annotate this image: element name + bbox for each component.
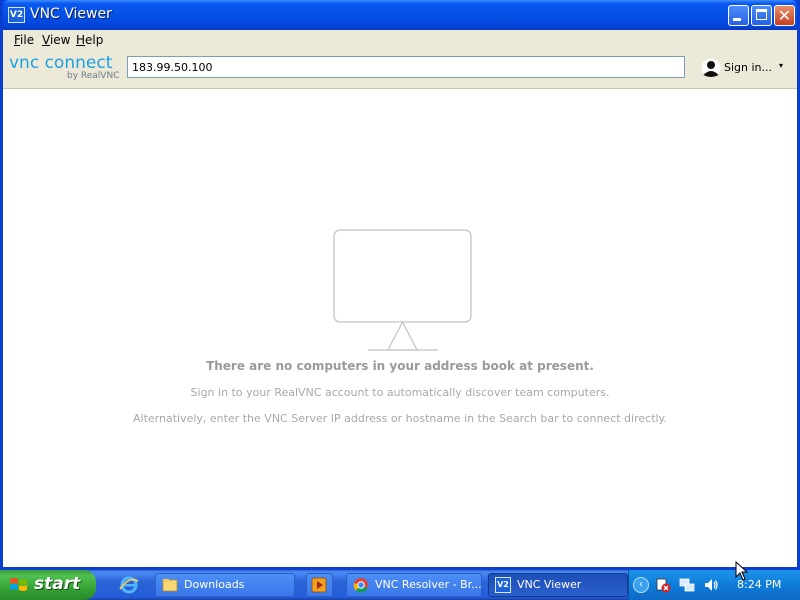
address-book-empty-state: There are no computers in your address b…: [3, 88, 797, 567]
menu-file[interactable]: File: [14, 33, 34, 47]
close-icon: ✕: [777, 6, 792, 25]
system-tray: ‹ 8:24 PM: [628, 570, 800, 600]
maximize-button[interactable]: [751, 5, 772, 26]
user-avatar-icon[interactable]: [701, 58, 721, 78]
empty-state-signin-hint: Sign in to your RealVNC account to autom…: [190, 386, 610, 399]
taskbar-item-label: Downloads: [184, 578, 245, 591]
logo-subtitle: by RealVNC: [67, 71, 120, 81]
internet-explorer-icon[interactable]: [118, 574, 140, 596]
minimize-button[interactable]: [728, 5, 749, 26]
window-client-area: File View Help vnc connect by RealVNC Si…: [3, 30, 797, 567]
vnc-icon: V2: [495, 577, 511, 593]
taskbar-item-media-player[interactable]: [306, 573, 333, 597]
search-input[interactable]: [127, 56, 685, 78]
network-icon[interactable]: [679, 577, 695, 593]
security-alert-icon[interactable]: [655, 577, 671, 593]
vnc-viewer-window: V2 VNC Viewer ✕ File View Help vnc conne…: [0, 0, 800, 570]
sign-in-button[interactable]: Sign in...: [724, 61, 772, 74]
monitor-icon: [333, 229, 472, 351]
start-button[interactable]: start: [0, 570, 96, 600]
folder-icon: [162, 579, 178, 592]
taskbar-item-label: VNC Resolver - Br...: [375, 578, 482, 591]
taskbar-item-label: VNC Viewer: [517, 578, 582, 591]
menu-view[interactable]: View: [42, 33, 70, 47]
chrome-icon: [353, 578, 368, 593]
empty-state-heading: There are no computers in your address b…: [206, 359, 594, 373]
empty-state-search-hint: Alternatively, enter the VNC Server IP a…: [133, 412, 667, 425]
toolbar: vnc connect by RealVNC Sign in... ▾: [3, 50, 797, 89]
start-label: start: [34, 574, 81, 594]
vnc-app-icon: V2: [8, 7, 25, 23]
chevron-down-icon[interactable]: ▾: [779, 61, 783, 70]
title-bar[interactable]: V2 VNC Viewer ✕: [3, 0, 797, 30]
mouse-cursor-icon: [735, 561, 749, 581]
vnc-connect-logo: vnc connect: [9, 53, 113, 73]
minimize-icon: [733, 18, 741, 21]
windows-flag-icon: [10, 578, 27, 591]
volume-icon[interactable]: [703, 577, 719, 593]
menu-help[interactable]: Help: [76, 33, 103, 47]
window-title: VNC Viewer: [30, 6, 112, 22]
chevron-left-icon[interactable]: ‹: [633, 577, 649, 593]
taskbar: start Downloads VNC Resolver - Br... V2 …: [0, 570, 800, 600]
maximize-icon: [756, 9, 767, 20]
menu-bar: File View Help: [3, 30, 797, 50]
close-button[interactable]: ✕: [774, 5, 795, 26]
taskbar-item-downloads[interactable]: Downloads: [155, 573, 295, 597]
taskbar-item-vnc-viewer[interactable]: V2 VNC Viewer: [488, 573, 628, 597]
taskbar-item-vnc-resolver[interactable]: VNC Resolver - Br...: [346, 573, 482, 597]
media-player-icon: [311, 577, 327, 593]
